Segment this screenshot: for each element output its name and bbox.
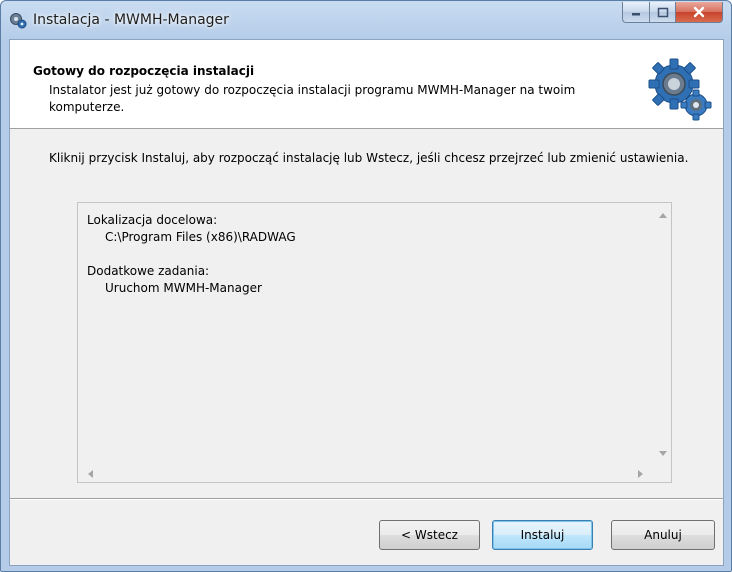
ready-memo[interactable]: Lokalizacja docelowa: C:\Program Files (… <box>77 202 672 483</box>
memo-content: Lokalizacja docelowa: C:\Program Files (… <box>87 212 296 297</box>
wizard-header: Gotowy do rozpoczęcia instalacji Instala… <box>10 40 723 129</box>
vertical-scrollbar[interactable] <box>654 203 671 465</box>
memo-value-tasks: Uruchom MWMH-Manager <box>105 281 262 295</box>
cancel-button[interactable]: Anuluj <box>611 520 715 550</box>
scroll-down-arrow-icon[interactable] <box>659 451 667 456</box>
back-button[interactable]: < Wstecz <box>379 520 480 550</box>
install-button[interactable]: Instaluj <box>492 520 593 550</box>
page-title: Gotowy do rozpoczęcia instalacji <box>33 64 255 78</box>
scroll-left-arrow-icon[interactable] <box>88 470 93 478</box>
footer-separator <box>10 498 723 500</box>
maximize-button[interactable] <box>650 2 676 23</box>
gears-icon <box>648 58 712 121</box>
installer-window: Instalacja - MWMH-Manager Gotowy do rozp… <box>0 0 732 572</box>
minimize-button[interactable] <box>622 2 650 23</box>
window-title: Instalacja - MWMH-Manager <box>33 12 229 28</box>
memo-label-tasks: Dodatkowe zadania: <box>87 264 210 278</box>
memo-value-destination: C:\Program Files (x86)\RADWAG <box>105 230 296 244</box>
memo-label-destination: Lokalizacja docelowa: <box>87 213 218 227</box>
title-bar[interactable]: Instalacja - MWMH-Manager <box>1 1 731 39</box>
page-description: Instalator jest już gotowy do rozpoczęci… <box>49 83 576 114</box>
scroll-up-arrow-icon[interactable] <box>659 213 667 218</box>
close-icon <box>693 6 705 18</box>
horizontal-scrollbar[interactable] <box>78 465 654 482</box>
caption-buttons <box>622 2 723 24</box>
maximize-icon <box>657 7 668 17</box>
scroll-right-arrow-icon[interactable] <box>638 470 643 478</box>
close-button[interactable] <box>676 2 723 23</box>
minimize-icon <box>632 13 640 16</box>
gear-installer-icon <box>10 13 27 29</box>
wizard-client-area: Gotowy do rozpoczęcia instalacji Instala… <box>9 39 724 566</box>
scrollbar-corner <box>654 465 671 482</box>
intro-text: Kliknij przycisk Instaluj, aby rozpocząć… <box>49 151 689 165</box>
